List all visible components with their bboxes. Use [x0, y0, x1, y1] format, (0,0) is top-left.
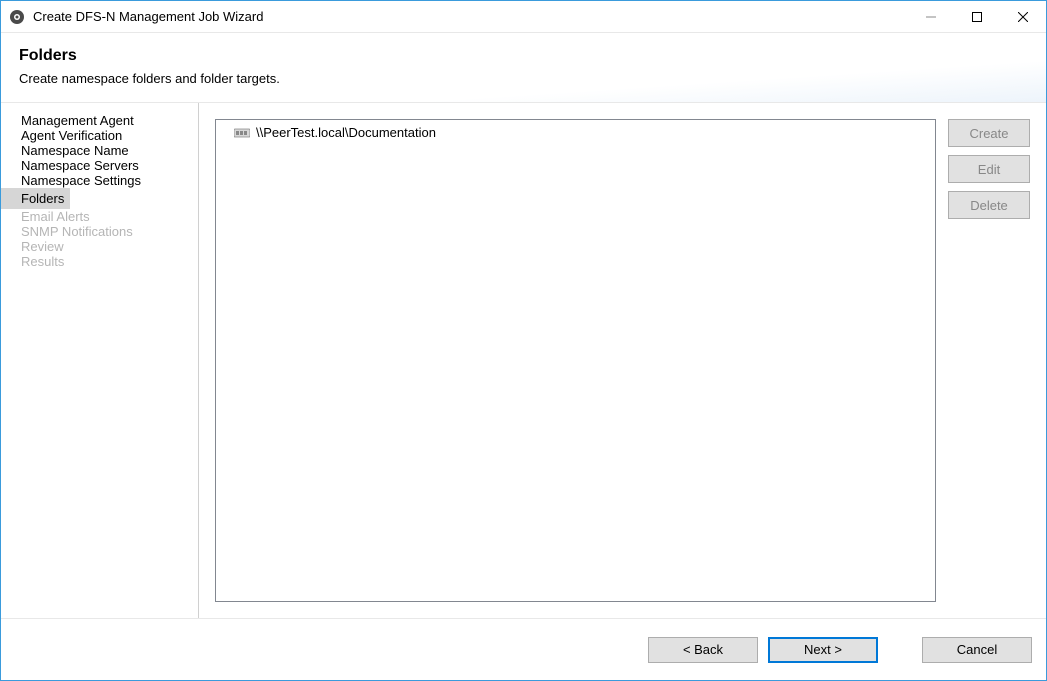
back-button[interactable]: < Back — [648, 637, 758, 663]
maximize-button[interactable] — [954, 1, 1000, 32]
maximize-icon — [972, 12, 982, 22]
tree-item[interactable]: \\PeerTest.local\Documentation — [222, 124, 929, 141]
close-icon — [1018, 12, 1028, 22]
wizard-window: Create DFS-N Management Job Wizard Fold — [0, 0, 1047, 681]
content-area: \\PeerTest.local\Documentation Create Ed… — [199, 103, 1046, 618]
close-button[interactable] — [1000, 1, 1046, 32]
delete-button[interactable]: Delete — [948, 191, 1030, 219]
next-button[interactable]: Next > — [768, 637, 878, 663]
folder-tree[interactable]: \\PeerTest.local\Documentation — [215, 119, 936, 602]
wizard-footer: < Back Next > Cancel — [1, 618, 1046, 680]
step-results: Results — [1, 251, 70, 272]
page-description: Create namespace folders and folder targ… — [19, 71, 1028, 86]
namespace-icon — [234, 127, 250, 139]
window-title: Create DFS-N Management Job Wizard — [33, 9, 908, 24]
window-controls — [908, 1, 1046, 32]
action-buttons: Create Edit Delete — [948, 119, 1030, 602]
create-button[interactable]: Create — [948, 119, 1030, 147]
minimize-button[interactable] — [908, 1, 954, 32]
edit-button[interactable]: Edit — [948, 155, 1030, 183]
wizard-body: Management Agent Agent Verification Name… — [1, 103, 1046, 618]
minimize-icon — [926, 12, 936, 22]
page-title: Folders — [19, 47, 1028, 65]
cancel-button[interactable]: Cancel — [922, 637, 1032, 663]
tree-item-label: \\PeerTest.local\Documentation — [256, 125, 436, 140]
wizard-header: Folders Create namespace folders and fol… — [1, 33, 1046, 103]
app-icon — [9, 9, 25, 25]
wizard-steps-sidebar: Management Agent Agent Verification Name… — [1, 103, 199, 618]
titlebar: Create DFS-N Management Job Wizard — [1, 1, 1046, 33]
